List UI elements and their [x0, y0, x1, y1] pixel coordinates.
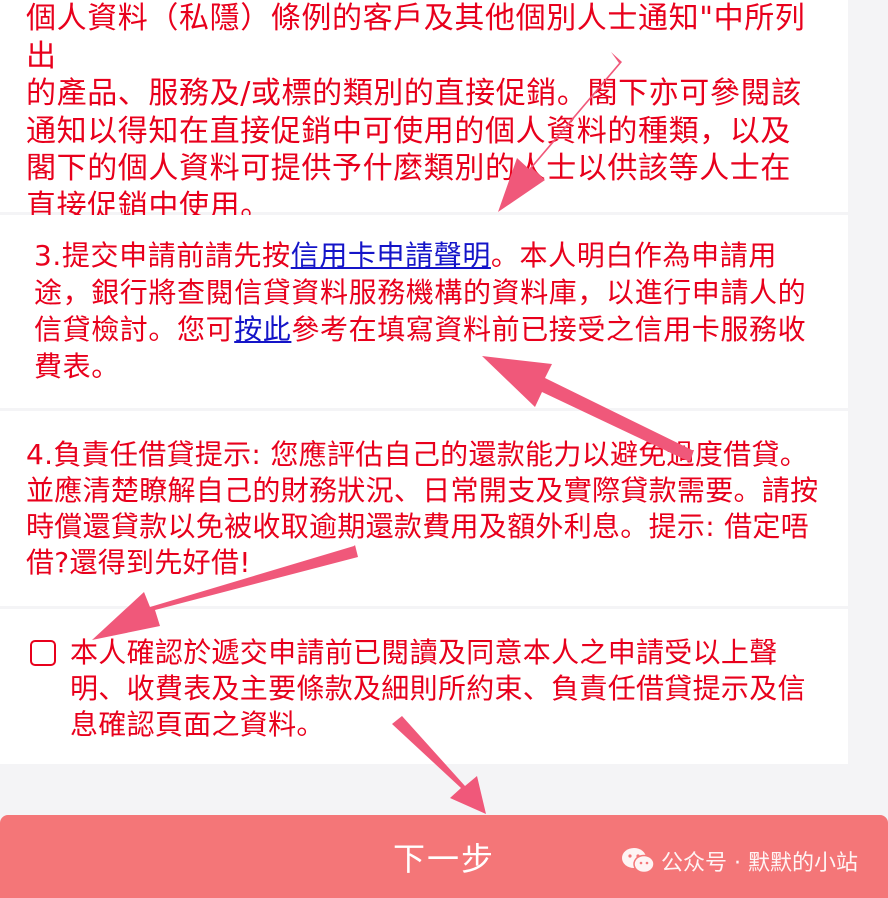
notice-line-2: 的產品、服務及/或標的類別的直接促銷。閣下亦可參閱該 [26, 76, 802, 111]
confirmation-section: 本人確認於遞交申請前已閱讀及同意本人之申請受以上聲明、收費表及主要條款及細則所約… [0, 609, 848, 764]
notice-line-3: 通知以得知在直接促銷中可使用的個人資料的種類，以及 [26, 113, 791, 149]
watermark: 公众号 · 默默的小站 [621, 845, 858, 877]
responsible-lending-text: 4.負責任借貸提示: 您應評估自己的還款能力以避免過度借貸。並應清楚瞭解自己的財… [26, 438, 819, 579]
credit-check-text: 3.提交申請前請先按信用卡申請聲明。本人明白作為申請用途，銀行將查閱信貸資料服務… [34, 237, 808, 385]
confirmation-row[interactable]: 本人確認於遞交申請前已閱讀及同意本人之申請受以上聲明、收費表及主要條款及細則所約… [26, 635, 828, 743]
credit-check-section: 3.提交申請前請先按信用卡申請聲明。本人明白作為申請用途，銀行將查閱信貸資料服務… [0, 215, 848, 408]
fee-schedule-link[interactable]: 按此 [234, 313, 291, 346]
notice-section: 個人資料（私隱）條例的客戶及其他個別人士通知"中所列出 的產品、服務及/或標的類… [0, 0, 848, 224]
watermark-text: 公众号 · 默默的小站 [661, 851, 858, 876]
next-step-label: 下一步 [392, 840, 495, 877]
notice-line-1: 個人資料（私隱）條例的客戶及其他個別人士通知"中所列出 [26, 1, 806, 74]
wechat-icon [622, 848, 655, 874]
notice-line-4: 閣下的個人資料可提供予什麼類別的人士以供該等人士在 [26, 151, 791, 186]
confirmation-text: 本人確認於遞交申請前已閱讀及同意本人之申請受以上聲明、收費表及主要條款及細則所約… [70, 636, 806, 741]
confirmation-checkbox[interactable] [30, 640, 56, 666]
responsible-lending-section: 4.負責任借貸提示: 您應評估自己的還款能力以避免過度借貸。並應清楚瞭解自己的財… [0, 411, 848, 606]
credit-check-prefix: 3.提交申請前請先按 [34, 239, 291, 272]
card-application-declaration-link[interactable]: 信用卡申請聲明 [291, 239, 491, 272]
